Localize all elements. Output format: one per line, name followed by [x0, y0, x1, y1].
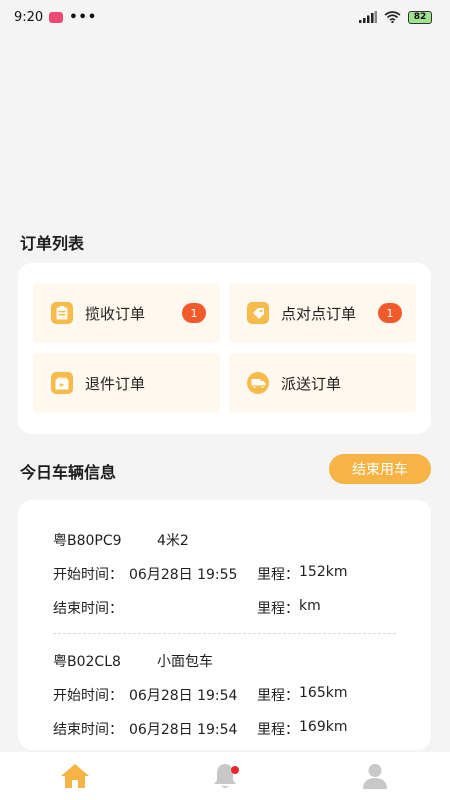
clipboard-icon [51, 302, 73, 324]
return-order-tile[interactable]: 退件订单 [33, 353, 220, 413]
order-list-card: 揽收订单 1 点对点订单 1 退件订单 派送订单 [18, 263, 431, 434]
p2p-order-tile[interactable]: 点对点订单 1 [229, 283, 416, 343]
mileage-label: 里程： [257, 688, 299, 704]
vehicle-2-end-mileage: 169km [299, 719, 348, 735]
vehicle-info-card: 粤B80PC9 4米2 开始时间： 06月28日 19:55 里程： 152km… [18, 500, 431, 750]
notification-dot [231, 766, 239, 774]
return-box-icon [51, 372, 73, 394]
vehicle-2-end-time: 06月28日 19:54 [129, 722, 238, 738]
vehicle-2-start-row: 开始时间： 06月28日 19:54 里程： 165km [53, 685, 347, 705]
vehicle-2-start-mileage: 165km [299, 685, 348, 701]
tab-notifications[interactable] [195, 752, 255, 800]
vehicle-1-type: 4米2 [157, 533, 189, 549]
p2p-order-count-badge: 1 [378, 303, 402, 323]
vehicle-2-type: 小面包车 [157, 654, 213, 670]
vehicle-info-title: 今日车辆信息 [20, 463, 117, 482]
home-icon [61, 764, 89, 788]
signal-icon [359, 11, 377, 23]
mileage-label: 里程： [257, 722, 299, 738]
wifi-icon [384, 11, 401, 23]
app-notification-icon [49, 11, 64, 23]
mileage-label: 里程： [257, 567, 299, 583]
tab-profile[interactable] [345, 752, 405, 800]
vehicle-1-plate: 粤B80PC9 [53, 533, 122, 549]
return-order-label: 退件订单 [85, 374, 146, 393]
mileage-label: 里程： [257, 601, 299, 617]
vehicle-2-header: 粤B02CL8 小面包车 [53, 651, 213, 671]
record-divider [53, 633, 396, 634]
vehicle-1-end-mileage: km [299, 598, 321, 614]
vehicle-1-start-time: 06月28日 19:55 [129, 567, 238, 583]
start-time-label: 开始时间： [53, 567, 123, 583]
vehicle-2-plate: 粤B02CL8 [53, 654, 121, 670]
end-time-label: 结束时间： [53, 601, 123, 617]
end-vehicle-use-button[interactable]: 结束用车 [329, 454, 431, 484]
pickup-order-tile[interactable]: 揽收订单 1 [33, 283, 220, 343]
end-time-label: 结束时间： [53, 722, 123, 738]
vehicle-1-start-row: 开始时间： 06月28日 19:55 里程： 152km [53, 564, 347, 584]
vehicle-1-start-mileage: 152km [299, 564, 348, 580]
vehicle-1-header: 粤B80PC9 4米2 [53, 530, 189, 550]
user-icon [363, 764, 387, 789]
tag-icon [247, 302, 269, 324]
more-notifications-icon: ••• [69, 9, 98, 25]
delivery-order-tile[interactable]: 派送订单 [229, 353, 416, 413]
vehicle-1-end-row: 结束时间： 里程： km [53, 598, 321, 618]
delivery-truck-icon [247, 372, 269, 394]
status-bar: 9:20 ••• 82 [0, 0, 450, 34]
pickup-order-label: 揽收订单 [85, 304, 146, 323]
vehicle-2-end-row: 结束时间： 06月28日 19:54 里程： 169km [53, 719, 347, 739]
vehicle-1-end-time [129, 598, 257, 618]
bottom-tab-bar [0, 752, 450, 800]
battery-icon: 82 [408, 10, 432, 24]
order-list-title: 订单列表 [20, 234, 85, 253]
tab-home[interactable] [45, 752, 105, 800]
p2p-order-label: 点对点订单 [281, 304, 357, 323]
status-time: 9:20 [14, 9, 44, 25]
start-time-label: 开始时间： [53, 688, 123, 704]
pickup-order-count-badge: 1 [182, 303, 206, 323]
vehicle-2-start-time: 06月28日 19:54 [129, 688, 238, 704]
delivery-order-label: 派送订单 [281, 374, 342, 393]
